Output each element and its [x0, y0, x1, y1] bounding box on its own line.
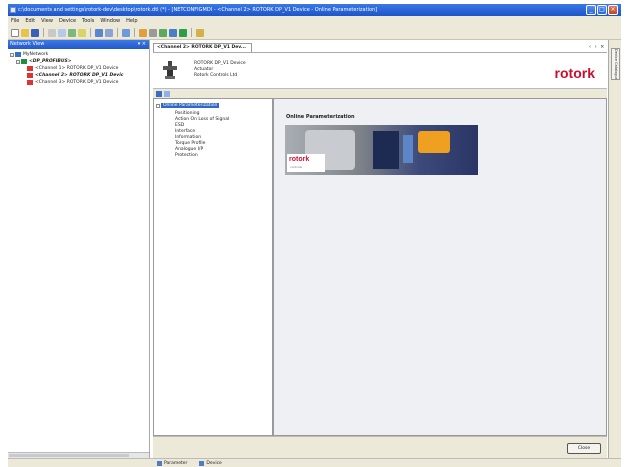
nav-items: Positioning Action On Loss of Signal ESD… [175, 111, 229, 159]
copy-icon[interactable] [58, 28, 66, 37]
menu-bar: File Edit View Device Tools Window Help [8, 16, 621, 26]
left-bottom-bar [8, 458, 153, 467]
download-icon[interactable] [139, 28, 147, 37]
menu-file[interactable]: File [11, 18, 19, 24]
toolbar-separator [191, 28, 192, 37]
network-icon [15, 52, 21, 57]
nav-root[interactable]: Online Parameterization [156, 103, 220, 108]
save-icon[interactable] [31, 28, 39, 37]
scrollbar-thumb[interactable] [9, 454, 129, 457]
app-icon [10, 7, 16, 13]
tree-item-label: <Channel 2> ROTORK DP_V1 Devic [35, 73, 124, 78]
tab-label: Device [206, 460, 222, 466]
menu-help[interactable]: Help [126, 18, 137, 24]
menu-view[interactable]: View [41, 18, 53, 24]
toolbar-separator [90, 28, 91, 37]
bottom-tabs: Parameter Device [153, 458, 621, 467]
device-vendor: Rotork Controls Ltd [194, 73, 238, 78]
tree-item-label: MyNetwork [23, 52, 49, 57]
tab-label: Parameter [164, 460, 188, 466]
network-tree: - MyNetwork - <DP_PROFIBUS> <Channel 1> … [8, 49, 149, 88]
new-file-icon[interactable] [11, 28, 19, 37]
device-tab-icon [199, 460, 205, 466]
print-icon[interactable] [196, 28, 204, 37]
toolbar-separator [117, 28, 118, 37]
dp-master-icon [21, 59, 27, 64]
parameter-icon[interactable] [159, 28, 167, 37]
banner-module-shape [418, 131, 450, 153]
window-title: c:\documents and settings\rotork-dev\des… [18, 7, 378, 13]
banner-device-shape [373, 131, 399, 169]
parameter-tab-icon [157, 460, 162, 466]
tree-item-dp-master[interactable]: - <DP_PROFIBUS> [10, 58, 147, 65]
banner-display-shape [403, 135, 413, 163]
tree-item-channel-3[interactable]: <Channel 3> ROTORK DP_V1 Device [10, 79, 147, 86]
tree-item-label: <DP_PROFIBUS> [29, 59, 72, 64]
device-icon [27, 73, 33, 78]
tab-device[interactable]: Device [199, 460, 222, 466]
collapse-icon[interactable]: - [10, 52, 14, 57]
maximize-icon[interactable]: □ [597, 5, 607, 15]
disconnect-icon[interactable] [105, 28, 113, 37]
paste-icon[interactable] [68, 28, 76, 37]
tree-item-label: <Channel 1> ROTORK DP_V1 Device [35, 66, 119, 71]
tree-item-network[interactable]: - MyNetwork [10, 51, 147, 58]
title-bar: c:\documents and settings\rotork-dev\des… [8, 4, 621, 16]
content-title: Online Parameterization [286, 114, 355, 120]
toolbar [8, 26, 621, 40]
content-area: Online Parameterization rotork controls [273, 98, 607, 436]
collapse-icon[interactable] [156, 103, 160, 108]
window-controls: _ □ × [586, 5, 618, 15]
tab-parameter[interactable]: Parameter [157, 460, 188, 466]
device-add-icon[interactable] [78, 28, 86, 37]
panel-title-label: Network View [10, 41, 45, 47]
nav-root-label: Online Parameterization [161, 103, 220, 108]
document-controls[interactable]: ‹ › × [589, 44, 605, 50]
menu-tools[interactable]: Tools [82, 18, 94, 24]
refresh-icon[interactable] [164, 90, 170, 97]
collapse-icon[interactable]: - [16, 59, 20, 64]
menu-window[interactable]: Window [100, 18, 120, 24]
device-header: ROTORK DP_V1 Device Actuator Rotork Cont… [153, 52, 607, 88]
help-icon[interactable] [149, 28, 157, 37]
document-tab[interactable]: <Channel 2> ROTORK DP_V1 Dev... [153, 43, 252, 52]
open-folder-icon[interactable] [21, 28, 29, 37]
device-sub-toolbar [153, 88, 607, 98]
right-dock-strip: Device Catalogue [608, 40, 621, 458]
menu-edit[interactable]: Edit [25, 18, 35, 24]
rotork-logo: rotork [554, 65, 595, 81]
network-view-panel: Network View ▾ × - MyNetwork - <DP_PROFI… [8, 40, 150, 458]
view-icon[interactable] [156, 90, 162, 97]
device-catalogue-tab[interactable]: Device Catalogue [611, 48, 620, 80]
parameter-nav-tree: Online Parameterization Positioning Acti… [153, 98, 273, 436]
product-banner-image: rotork controls [285, 125, 478, 175]
minimize-icon[interactable]: _ [586, 5, 596, 15]
device-info: ROTORK DP_V1 Device Actuator Rotork Cont… [194, 61, 246, 79]
connect-icon[interactable] [95, 28, 103, 37]
device-icon [27, 80, 33, 85]
tree-item-label: <Channel 3> ROTORK DP_V1 Device [35, 80, 119, 85]
tree-item-channel-1[interactable]: <Channel 1> ROTORK DP_V1 Device [10, 65, 147, 72]
banner-logo: rotork [289, 156, 310, 163]
network-view-title: Network View ▾ × [8, 40, 149, 49]
banner-logo-sub: controls [290, 165, 302, 169]
diagnosis-icon[interactable] [169, 28, 177, 37]
actuator-icon [163, 61, 177, 79]
close-button[interactable]: Close [567, 443, 601, 454]
toolbar-separator [43, 28, 44, 37]
close-icon[interactable]: × [608, 5, 618, 15]
measure-icon[interactable] [179, 28, 187, 37]
dialog-footer: Close [153, 436, 607, 458]
pin-icon[interactable]: ▾ × [138, 40, 146, 49]
nav-item-protection[interactable]: Protection [175, 153, 229, 159]
tree-item-channel-2[interactable]: <Channel 2> ROTORK DP_V1 Devic [10, 72, 147, 79]
cut-icon[interactable] [48, 28, 56, 37]
upload-icon[interactable] [122, 28, 130, 37]
device-icon [27, 66, 33, 71]
toolbar-separator [134, 28, 135, 37]
menu-device[interactable]: Device [59, 18, 76, 24]
